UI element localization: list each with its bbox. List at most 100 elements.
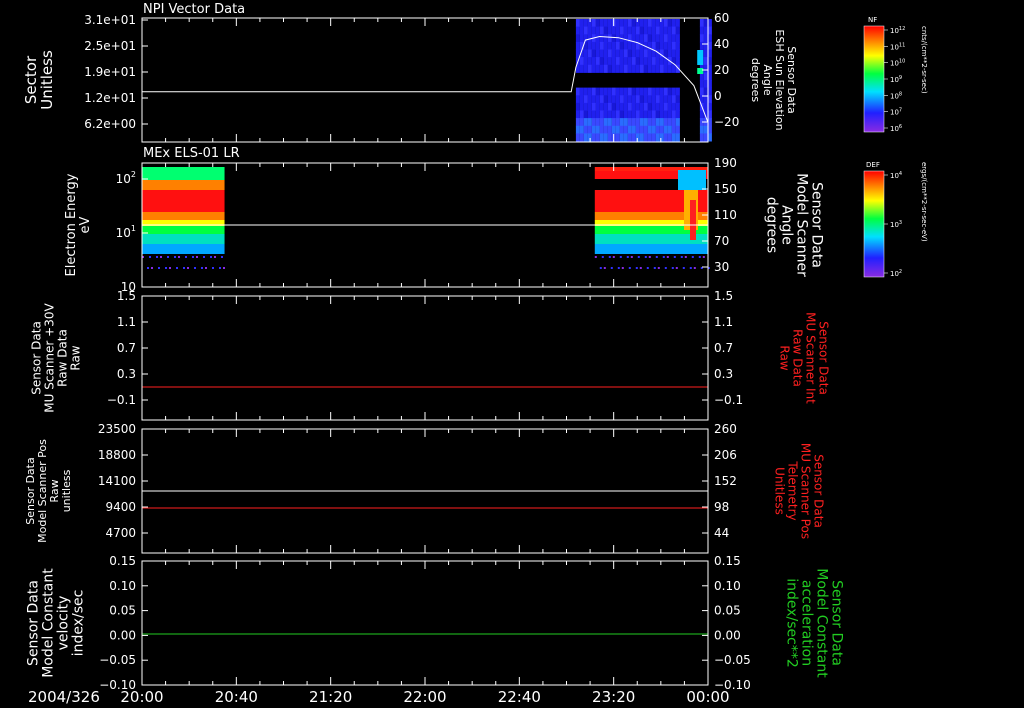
colorbar-nf-unit: cnts/(cm**2-sr-sec): [920, 26, 928, 94]
right-tick-label: 70: [714, 234, 729, 248]
left-axis-label: eV: [78, 216, 93, 233]
left-axis-label: Electron Energy: [64, 173, 79, 276]
left-axis-label: unitless: [60, 469, 73, 512]
colorbar-tick-label: 103: [890, 220, 902, 229]
left-axis-label: Model Constant: [41, 568, 57, 678]
left-tick-label: 1.2e+01: [84, 91, 136, 105]
left-tick-label: −0.1: [107, 393, 136, 407]
colorbar-tick-label: 102: [890, 269, 902, 278]
left-axis-label: Raw Data: [56, 329, 70, 387]
left-tick-label: 23500: [98, 422, 136, 436]
left-axis-label: MU Scanner +30V: [43, 303, 57, 413]
colorbar-def: DEF 104 103 102 ergs/(cm**2-sr-sec-eV): [863, 161, 928, 278]
panel-5-frame: [141, 560, 709, 686]
left-axis-label: Raw: [69, 345, 83, 370]
right-axis-label: MU Scanner Pos: [799, 443, 813, 539]
left-tick-label: 4700: [105, 526, 136, 540]
right-axis-label: index/sec**2: [784, 578, 800, 668]
left-tick-label: 0.05: [109, 604, 136, 618]
x-tick-label: 23:20: [592, 688, 635, 706]
left-tick-label: 14100: [98, 474, 136, 488]
left-tick-label: 0.3: [117, 367, 136, 381]
right-tick-label: −0.05: [714, 653, 751, 667]
colorbar-tick-label: 1011: [890, 42, 905, 51]
left-axis-label: Unitless: [38, 50, 56, 110]
right-tick-label: 0: [714, 89, 722, 103]
right-tick-label: 110: [714, 208, 737, 222]
panel-3-ticks: 1.5 1.1 0.7 0.3 −0.1 1.5 1.1 0.7 0.3 −0.1: [107, 289, 743, 420]
right-tick-label: 1.1: [714, 315, 733, 329]
right-tick-label: 0.15: [714, 554, 741, 568]
panel-4: 23500 18800 14100 9400 4700 260 206 152 98 44: [98, 422, 737, 554]
panel-2-title: MEx ELS-01 LR: [143, 146, 240, 161]
right-tick-label: 206: [714, 448, 737, 462]
x-tick-label: 21:20: [309, 688, 352, 706]
right-tick-label: 40: [714, 37, 729, 51]
right-axis-label: Unitless: [773, 467, 787, 515]
colorbar-tick-label: 106: [890, 124, 902, 133]
right-tick-label: 0.00: [714, 628, 741, 642]
x-axis-ticks: 20:00 20:40 21:20 22:00 22:40 23:20 00:00: [120, 688, 729, 706]
panel-3: 1.5 1.1 0.7 0.3 −0.1 1.5 1.1 0.7 0.3 −0.1: [107, 289, 743, 421]
left-tick-label: 0.7: [117, 341, 136, 355]
right-axis-label: Sensor Data: [829, 580, 845, 666]
right-tick-label: 150: [714, 182, 737, 196]
right-axis-label: degrees: [749, 58, 762, 103]
right-axis-label: Model Scanner: [794, 173, 810, 277]
right-axis-label: Telemetry: [786, 460, 800, 520]
panel-1: NPI Vector Data 3.1e+01 2.5e+01 1.9e+01 1.2…: [84, 2, 739, 143]
left-tick-label: 2.5e+01: [84, 39, 136, 53]
right-tick-label: 152: [714, 474, 737, 488]
left-tick-label: 1.9e+01: [84, 65, 136, 79]
right-tick-label: 1.5: [714, 289, 733, 303]
left-tick-label: 101: [116, 224, 136, 240]
colorbar-tick-label: 1012: [890, 26, 905, 35]
right-axis-label: acceleration: [799, 580, 815, 666]
colorbar-tick-label: 104: [890, 171, 902, 180]
left-axis-label: velocity: [56, 596, 72, 651]
left-tick-label: −0.05: [99, 653, 136, 667]
right-tick-label: 0.05: [714, 604, 741, 618]
panel-5-ticks: 0.150.100.050.00−0.05−0.100.150.100.050.…: [99, 554, 751, 692]
panel-2: MEx ELS-01 LR 102101101901501107030: [116, 146, 737, 294]
right-tick-label: −20: [714, 115, 739, 129]
right-axis-label: Raw Data: [791, 329, 805, 387]
x-tick-label: 22:00: [403, 688, 446, 706]
right-axis-label: Sensor Data: [809, 182, 825, 268]
colorbar-tick-label: 109: [890, 75, 902, 84]
panel-4-ticks: 23500 18800 14100 9400 4700 260 206 152 98 44: [98, 422, 737, 553]
right-tick-label: 0.10: [714, 579, 741, 593]
left-tick-label: 0.00: [109, 628, 136, 642]
right-tick-label: 44: [714, 526, 729, 540]
x-tick-label: 22:40: [498, 688, 541, 706]
left-axis-label: index/sec: [71, 590, 87, 657]
left-tick-label: 1.1: [117, 315, 136, 329]
right-axis-label: Model Constant: [814, 568, 830, 678]
right-tick-label: −0.1: [714, 393, 743, 407]
right-tick-label: 98: [714, 500, 729, 514]
x-tick-label: 00:00: [686, 688, 729, 706]
left-tick-label: 0.15: [109, 554, 136, 568]
colorbar-def-name: DEF: [866, 161, 880, 169]
right-tick-label: 0.3: [714, 367, 733, 381]
multi-panel-plot: 2004/326 NPI Vector Data 3.1e+01 2.5e+01 1…: [22, 2, 928, 706]
left-tick-label: 0.10: [109, 579, 136, 593]
right-tick-label: 60: [714, 11, 729, 25]
right-tick-label: 30: [714, 260, 729, 274]
colorbar-tick-label: 107: [890, 108, 902, 117]
date-label: 2004/326: [28, 688, 100, 706]
left-axis-label: Sensor Data: [26, 580, 42, 666]
x-tick-label: 20:40: [215, 688, 258, 706]
panel-2-spectrogram: [142, 167, 710, 269]
left-axis-label: Sensor Data: [30, 321, 44, 395]
right-tick-label: 0.7: [714, 341, 733, 355]
right-axis-label: MU Scanner Int: [804, 312, 818, 404]
colorbar-nf-name: NF: [868, 16, 877, 24]
colorbar-nf: NF 1012 1011 1010 109 108 107 106 cnts/(cm**2-…: [863, 16, 928, 133]
right-axis-label: Sensor Data: [817, 321, 831, 395]
colorbar-def-unit: ergs/(cm**2-sr-sec-eV): [920, 162, 928, 242]
panel-3-frame: [141, 295, 709, 421]
right-axis-label: Angle: [779, 205, 795, 245]
left-tick-label: 9400: [105, 500, 136, 514]
right-tick-label: 260: [714, 422, 737, 436]
